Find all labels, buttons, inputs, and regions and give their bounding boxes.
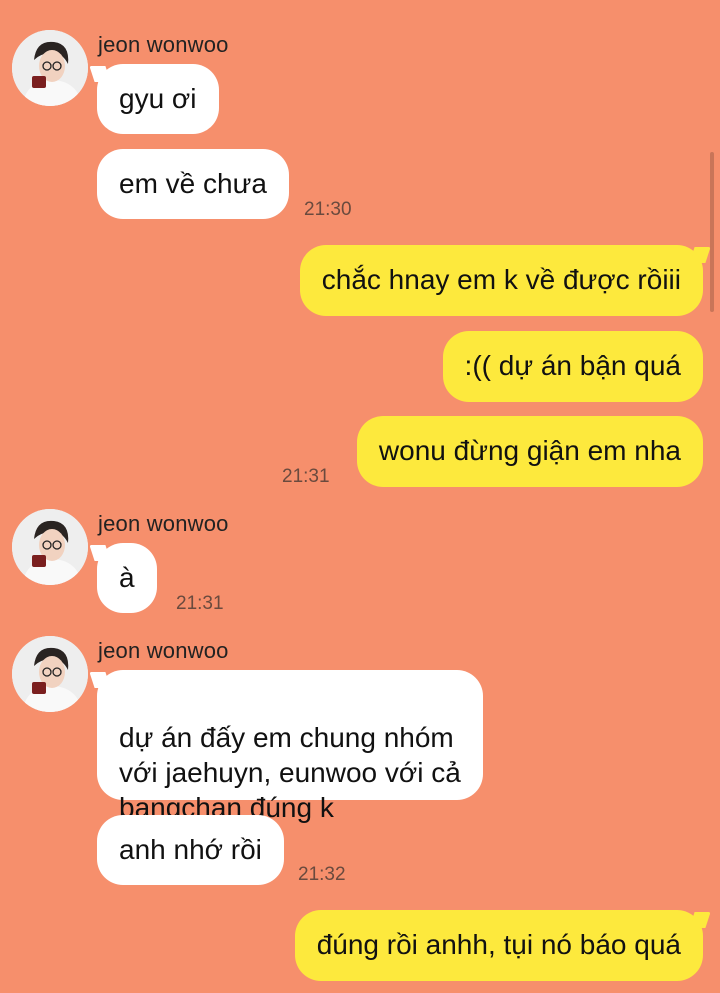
message-bubble-incoming[interactable]: anh nhớ rồi xyxy=(97,815,284,885)
message-text: anh nhớ rồi xyxy=(119,834,262,865)
avatar[interactable] xyxy=(12,636,88,712)
profile-photo xyxy=(12,30,88,106)
sender-name: jeon wonwoo xyxy=(98,32,229,57)
profile-photo xyxy=(12,636,88,712)
message-bubble-incoming[interactable]: gyu ơi xyxy=(97,64,219,134)
message-text: wonu đừng giận em nha xyxy=(378,435,681,466)
avatar[interactable] xyxy=(12,30,88,106)
sender-name: jeon wonwoo xyxy=(98,638,229,663)
message-bubble-outgoing[interactable]: chắc hnay em k về được rồiii xyxy=(299,245,703,316)
message-timestamp: 21:31 xyxy=(176,593,224,614)
message-text: dự án đấy em chung nhóm với jaehuyn, eun… xyxy=(119,722,461,823)
message-timestamp: 21:30 xyxy=(304,199,352,220)
scrollbar[interactable] xyxy=(710,152,714,312)
avatar[interactable] xyxy=(12,509,88,585)
message-timestamp: 21:32 xyxy=(298,864,346,885)
profile-photo xyxy=(12,509,88,585)
message-text: đúng rồi anhh, tụi nó báo quá xyxy=(316,929,681,960)
message-bubble-incoming[interactable]: em về chưa xyxy=(97,149,289,219)
message-text: em về chưa xyxy=(119,168,267,199)
message-text: chắc hnay em k về được rồiii xyxy=(321,264,681,295)
message-text: gyu ơi xyxy=(119,83,197,114)
message-bubble-outgoing[interactable]: :(( dự án bận quá xyxy=(442,331,703,402)
message-bubble-incoming[interactable]: dự án đấy em chung nhóm với jaehuyn, eun… xyxy=(97,670,483,823)
message-bubble-outgoing[interactable]: wonu đừng giận em nha xyxy=(356,416,703,487)
message-bubble-outgoing[interactable]: đúng rồi anhh, tụi nó báo quá xyxy=(294,910,703,981)
sender-name: jeon wonwoo xyxy=(98,511,229,536)
message-timestamp: 21:31 xyxy=(282,466,330,487)
message-text: :(( dự án bận quá xyxy=(464,350,681,381)
message-text: à xyxy=(119,562,135,593)
message-bubble-incoming[interactable]: à xyxy=(97,543,157,613)
